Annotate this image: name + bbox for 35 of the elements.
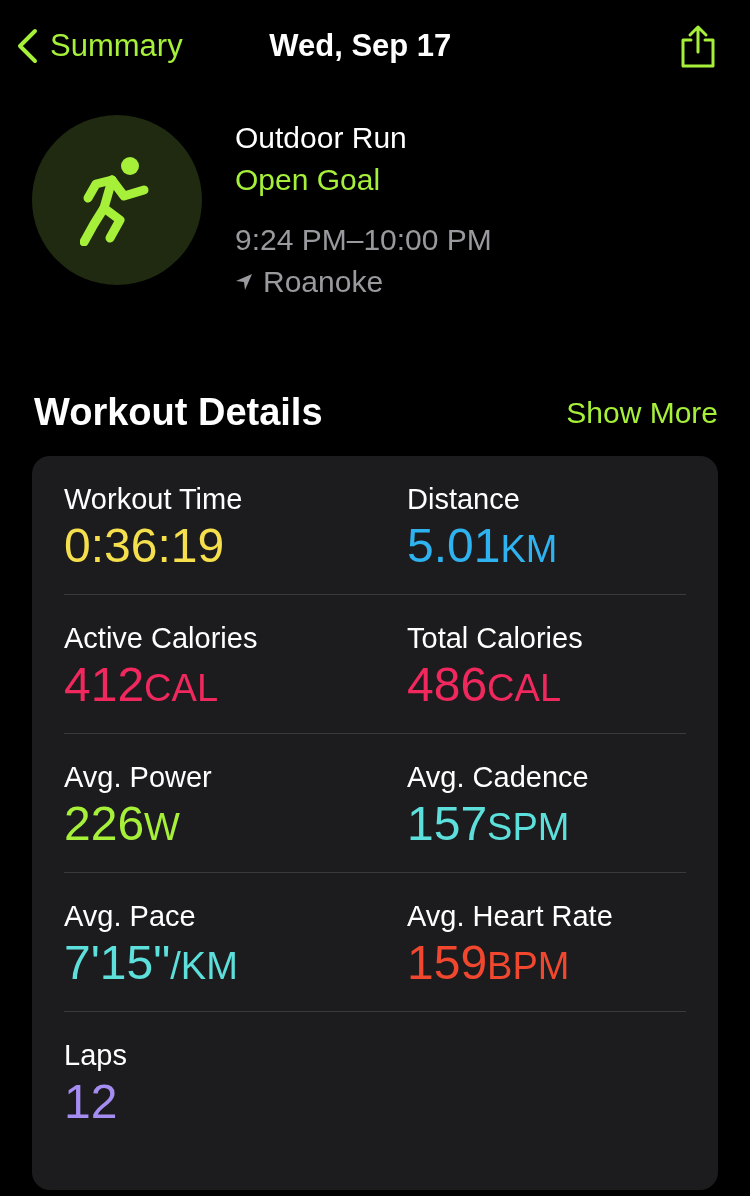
metric-value: 157 [407,796,488,852]
metric-value: 412 [64,657,145,713]
metric-value: 226 [64,796,145,852]
back-button[interactable]: Summary [16,28,183,64]
workout-goal: Open Goal [235,162,382,198]
metric-unit: W [144,806,180,849]
metric-unit: CAL [487,667,561,710]
metric-unit: CAL [144,667,218,710]
nav-title: Wed, Sep 17 [268,28,453,64]
location: Roanoke [263,264,384,300]
metric-label: Distance [407,482,521,517]
workout-type: Outdoor Run [235,120,408,156]
metric-label: Active Calories [64,621,259,656]
metric-unit: KM [500,528,558,571]
metric-label: Avg. Heart Rate [407,899,614,934]
show-more-link[interactable]: Show More [566,395,718,430]
metric-unit: SPM [487,806,570,849]
metric-label: Avg. Cadence [407,760,590,795]
back-chevron-icon [16,28,38,64]
location-arrow-icon [235,273,253,291]
time-range: 9:24 PM–10:00 PM [235,222,492,258]
metric-label: Avg. Power [64,760,213,795]
metric-label: Laps [64,1038,128,1073]
metric-unit: BPM [487,945,570,988]
metric-value: 5.01 [407,518,501,574]
section-title: Workout Details [34,391,323,434]
metric-label: Avg. Pace [64,899,197,934]
metric-value: 12 [64,1074,118,1130]
metric-value: 7'15" [64,935,171,991]
metric-value: 486 [407,657,488,713]
metric-value: 0:36:19 [64,518,225,574]
metric-value: 159 [407,935,488,991]
metric-label: Workout Time [64,482,244,517]
metric-unit: /KM [170,945,238,988]
metric-label: Total Calories [407,621,584,656]
